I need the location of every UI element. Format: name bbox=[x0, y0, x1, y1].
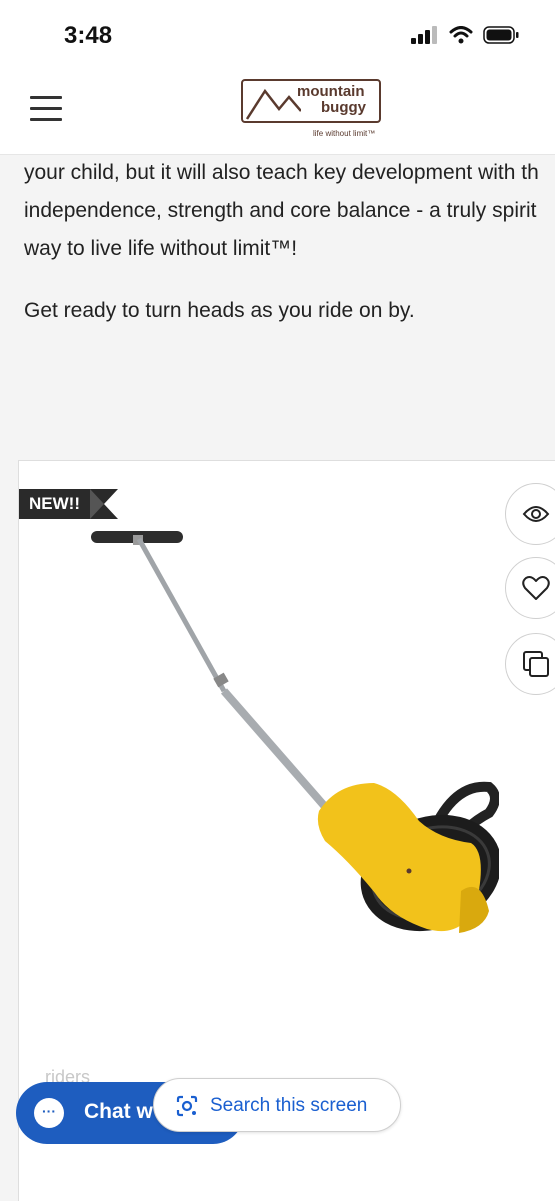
logo-frame: mountain buggy bbox=[241, 79, 381, 123]
logo-word-mountain: mountain bbox=[297, 83, 365, 100]
compare-button[interactable] bbox=[505, 633, 555, 695]
article-line-2: independence, strength and core balance … bbox=[24, 199, 537, 222]
logo-word-buggy: buggy bbox=[321, 99, 366, 116]
status-icons bbox=[411, 26, 519, 44]
search-this-screen-label: Search this screen bbox=[210, 1095, 368, 1116]
search-this-screen-button[interactable]: Search this screen bbox=[153, 1078, 401, 1132]
new-badge: NEW!! bbox=[19, 489, 118, 519]
mountain-buggy-logo[interactable]: mountain buggy life without limit™ bbox=[241, 79, 385, 145]
quick-view-button[interactable] bbox=[505, 483, 555, 545]
logo-tagline: life without limit™ bbox=[313, 129, 376, 138]
heart-icon bbox=[522, 576, 550, 600]
article-body: your child, but it will also teach key d… bbox=[24, 154, 555, 330]
wishlist-button[interactable] bbox=[505, 557, 555, 619]
article-line-3: way to live life without limit™! bbox=[24, 237, 298, 260]
chat-bubble-icon: ··· bbox=[34, 1098, 64, 1128]
status-time: 3:48 bbox=[64, 22, 113, 49]
new-badge-label: NEW!! bbox=[19, 489, 90, 519]
status-bar: 3:48 bbox=[0, 0, 555, 68]
site-header: mountain buggy life without limit™ bbox=[0, 68, 555, 155]
article-line-4: Get ready to turn heads as you ride on b… bbox=[24, 299, 415, 322]
chat-button-label: Chat w bbox=[84, 1100, 153, 1123]
cellular-signal-icon bbox=[411, 26, 437, 44]
product-image[interactable] bbox=[79, 521, 499, 951]
eye-icon bbox=[522, 506, 550, 522]
compare-icon bbox=[523, 651, 549, 677]
article-line-1: your child, but it will also teach key d… bbox=[24, 161, 539, 184]
hamburger-menu-icon[interactable] bbox=[30, 96, 62, 122]
badge-ribbon-tail bbox=[89, 489, 118, 519]
battery-icon bbox=[483, 26, 519, 44]
lens-search-icon bbox=[176, 1095, 198, 1117]
mountain-logo-icon bbox=[245, 88, 301, 120]
wifi-icon bbox=[449, 26, 473, 44]
